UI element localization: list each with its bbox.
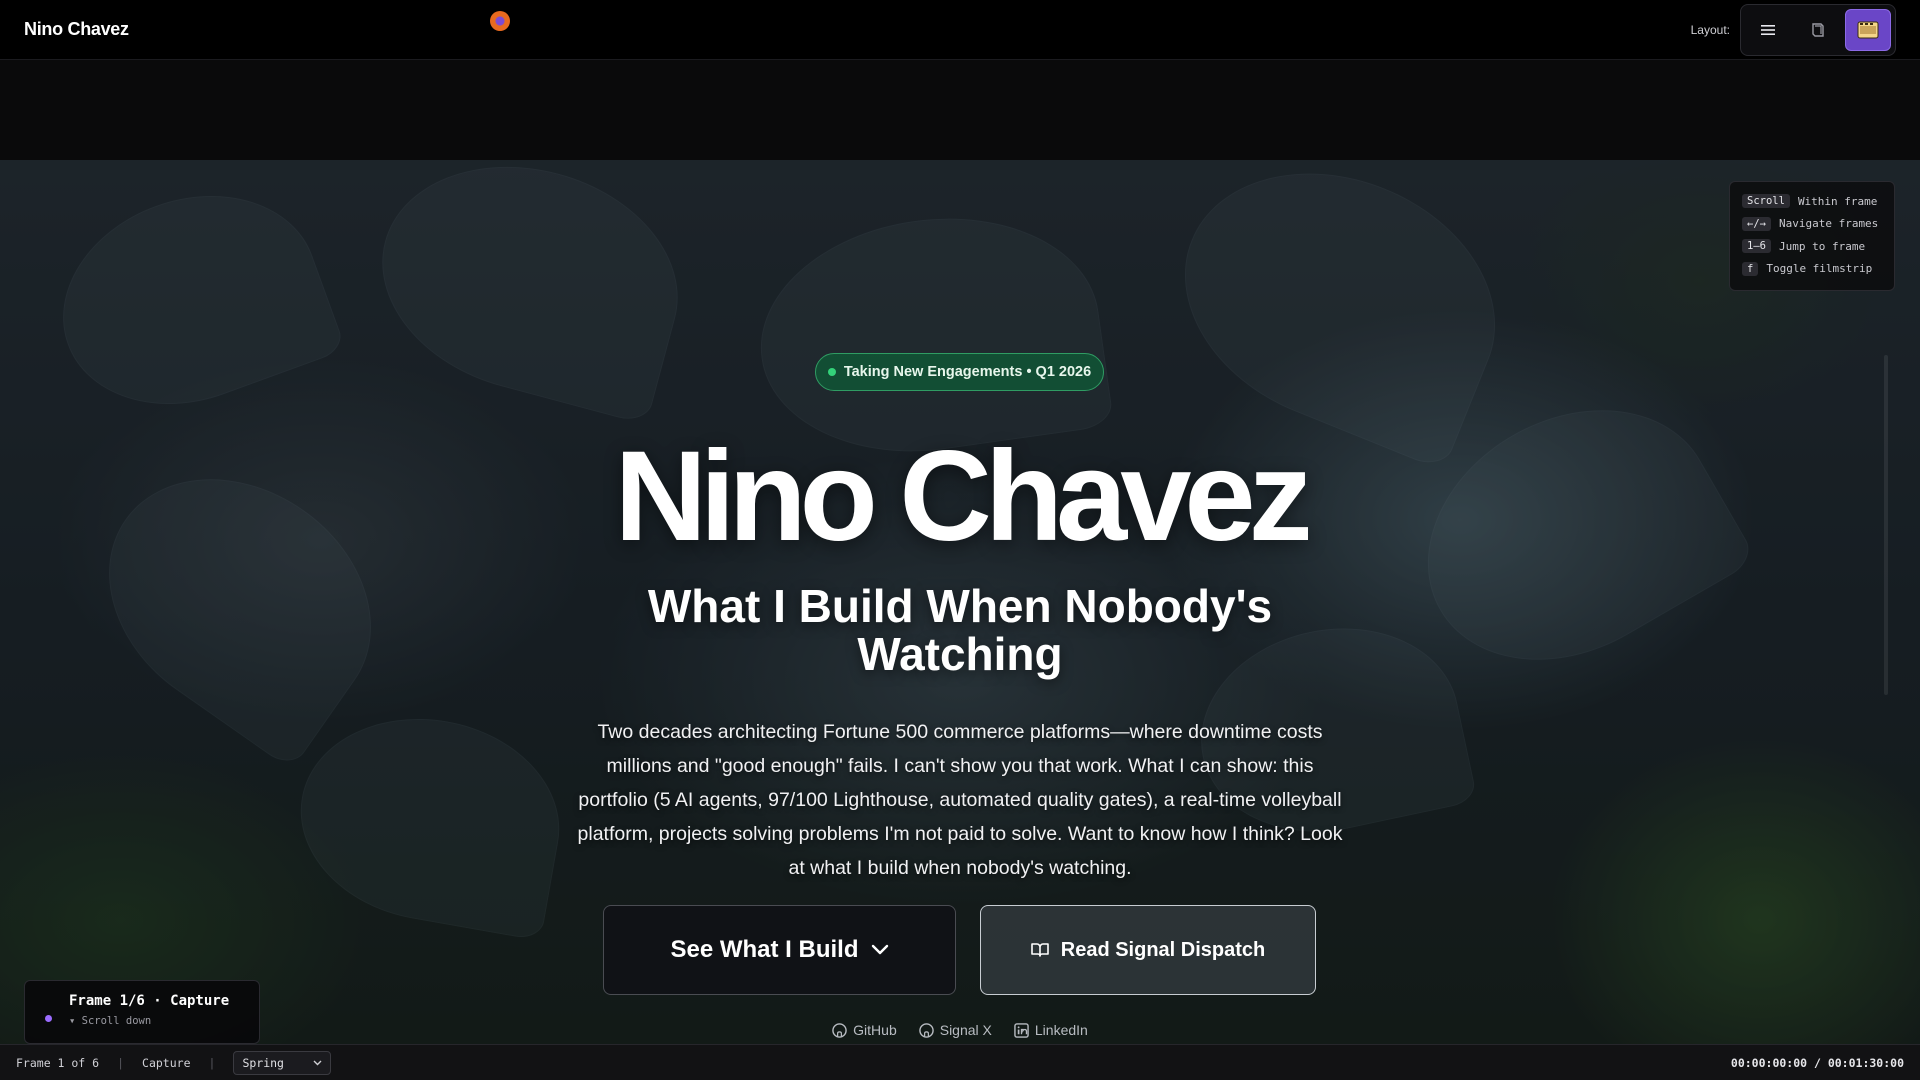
layout-button-group [1740, 3, 1896, 56]
header-spacer [0, 60, 1920, 160]
filmstrip-icon [1857, 21, 1879, 38]
chevron-down-icon [313, 1060, 322, 1065]
layout-list-button[interactable] [1745, 9, 1791, 51]
frame-card-hint: ▾ Scroll down [69, 1015, 152, 1027]
status-dot-icon [827, 368, 836, 376]
shortcut-row: ←/→ Navigate frames [1742, 213, 1882, 236]
shortcut-row: f Toggle filmstrip [1742, 258, 1882, 281]
signal-x-link[interactable]: Signal X [918, 1022, 992, 1038]
frame-name: Capture [142, 1055, 191, 1070]
badge-label: Taking New Engagements • Q1 2026 [843, 364, 1092, 380]
list-icon [1761, 24, 1775, 35]
layout-switcher: Layout: [1690, 3, 1896, 56]
social-links: GitHub Signal X LinkedIn [0, 1022, 1920, 1038]
shortcut-row: 1–6 Jump to frame [1742, 235, 1882, 258]
preset-value: Spring [242, 1055, 284, 1070]
hero-section: Scroll Within frame ←/→ Navigate frames 1–… [0, 160, 1920, 1044]
hero-title: Nino Chavez [614, 425, 1312, 568]
keyboard-shortcuts-panel: Scroll Within frame ←/→ Navigate frames 1–… [1729, 181, 1895, 291]
github-icon [832, 1022, 847, 1038]
hero-subtitle: What I Build When Nobody's Watching [647, 580, 1273, 681]
linkedin-icon [1014, 1022, 1029, 1038]
frame-counter: Frame 1 of 6 [16, 1055, 100, 1070]
divider: | [208, 1055, 216, 1070]
preset-select[interactable]: Spring [233, 1050, 332, 1075]
linkedin-link[interactable]: LinkedIn [1014, 1022, 1088, 1038]
shortcut-row: Scroll Within frame [1742, 190, 1882, 213]
top-bar: Nino Chavez Layout: [0, 0, 1920, 60]
layout-book-button[interactable] [1795, 9, 1841, 51]
github-link[interactable]: GitHub [832, 1022, 897, 1038]
timeline-bar: Frame 1 of 6 | Capture | Spring 00:00:00… [0, 1044, 1920, 1080]
recording-indicator-icon [490, 11, 510, 31]
chevron-down-icon [871, 944, 888, 955]
see-what-i-build-button[interactable]: See What I Build [603, 905, 956, 995]
frame-indicator-card[interactable]: Frame 1/6 · Capture ▾ Scroll down [24, 980, 260, 1044]
hero-description: Two decades architecting Fortune 500 com… [577, 721, 1343, 879]
layout-filmstrip-button[interactable] [1845, 8, 1891, 51]
frame-dot-icon [45, 1015, 52, 1022]
secondary-cta-label: Read Signal Dispatch [1060, 938, 1266, 961]
github-icon [918, 1022, 934, 1038]
brand-logo[interactable]: Nino Chavez [24, 19, 129, 40]
availability-badge: Taking New Engagements • Q1 2026 [815, 353, 1104, 391]
divider: | [117, 1055, 125, 1070]
book-open-icon [1030, 943, 1049, 957]
timecode: 00:00:00:00 / 00:01:30:00 [1730, 1055, 1904, 1070]
read-signal-dispatch-button[interactable]: Read Signal Dispatch [980, 905, 1316, 995]
layout-label: Layout: [1690, 22, 1730, 37]
primary-cta-label: See What I Build [670, 936, 859, 963]
frame-card-title: Frame 1/6 · Capture [69, 993, 230, 1009]
book-icon [1812, 22, 1824, 37]
